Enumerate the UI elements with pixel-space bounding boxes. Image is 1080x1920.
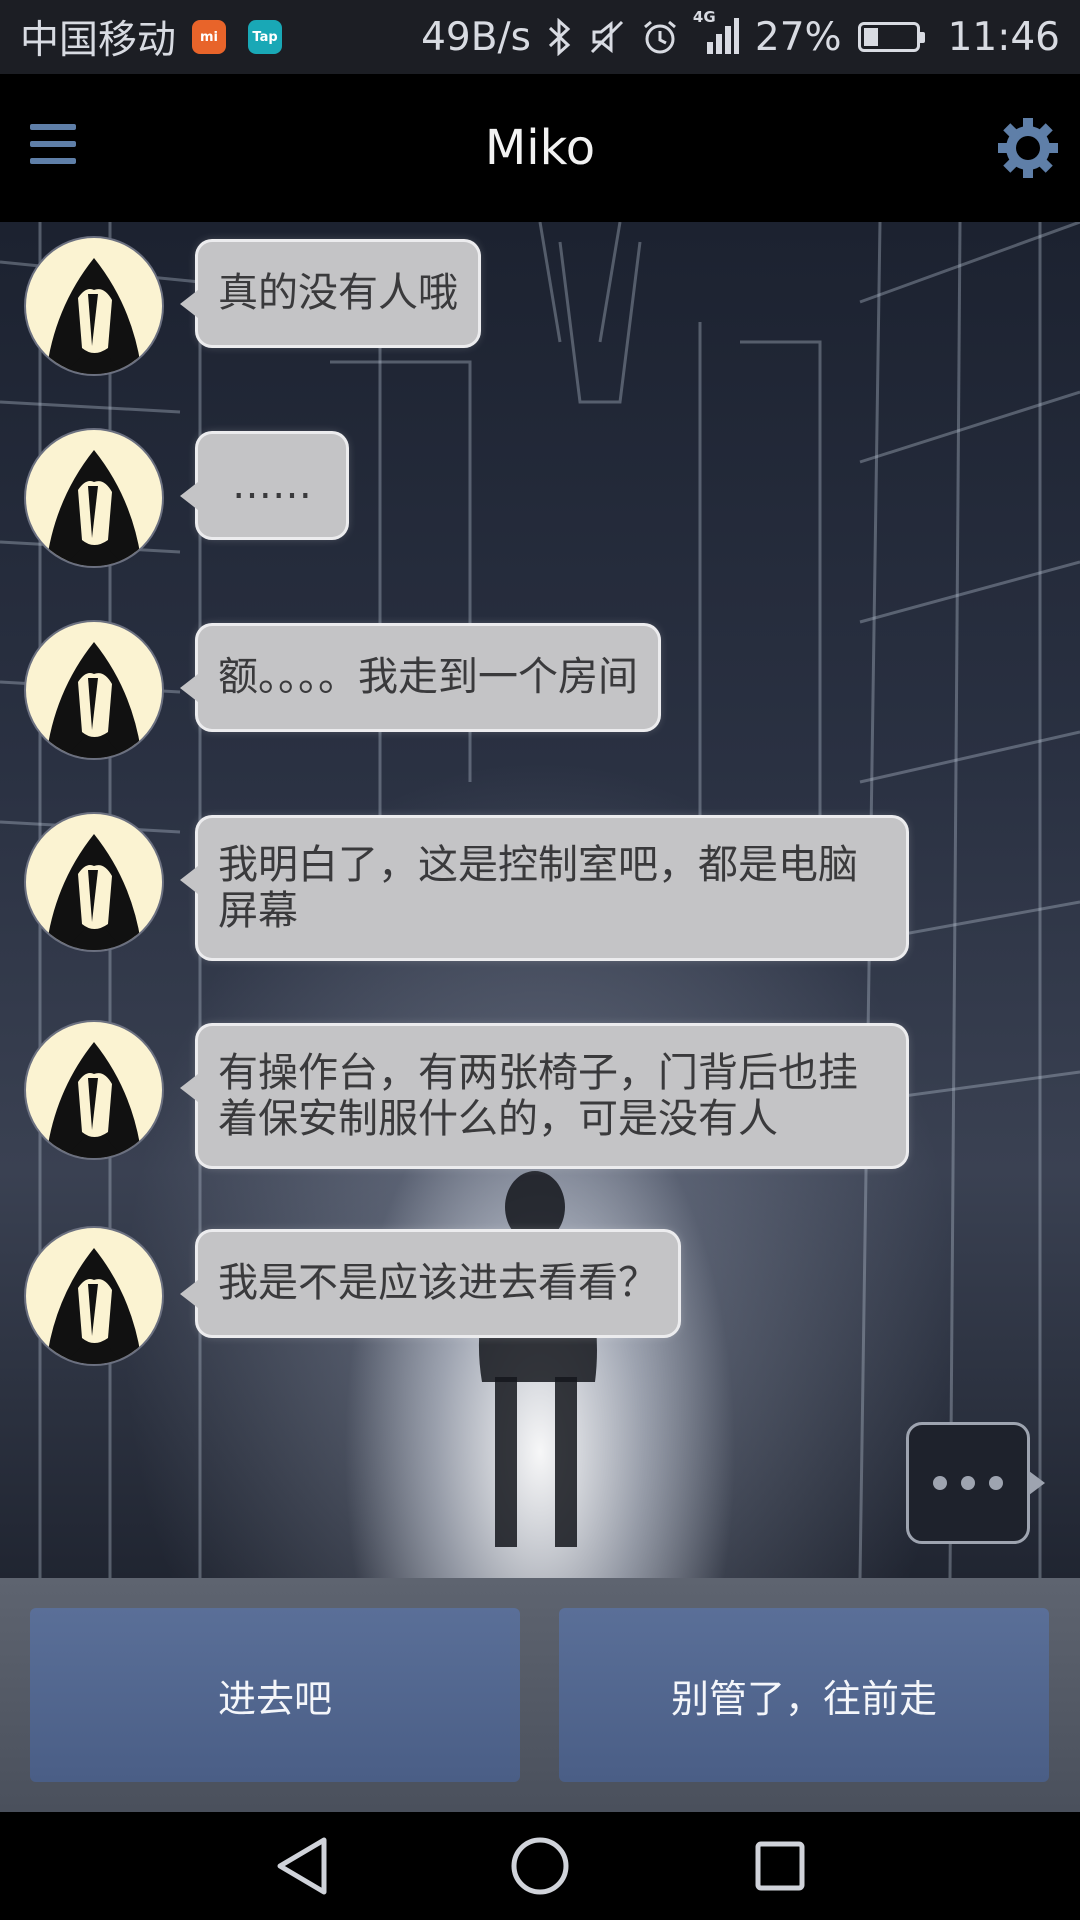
message-text: 有操作台，有两张椅子，门背后也挂着保安制服什么的，可是没有人 [218, 1050, 858, 1142]
message-row: 真的没有人哦 [24, 236, 478, 376]
miko-avatar[interactable] [24, 620, 164, 760]
miko-avatar[interactable] [24, 236, 164, 376]
choice-button-go-in[interactable]: 进去吧 [30, 1608, 520, 1782]
miko-avatar[interactable] [24, 812, 164, 952]
system-nav-bar [0, 1812, 1080, 1920]
message-bubble: 我是不是应该进去看看？ [180, 1232, 678, 1335]
recents-square-icon[interactable] [750, 1834, 810, 1902]
status-bar: 中国移动 mi Tap 49B/s 4G 27% 11:46 [0, 0, 1080, 74]
message-row: 我是不是应该进去看看？ [24, 1226, 678, 1366]
message-bubble: …… [180, 434, 346, 537]
choice-panel: 进去吧 别管了，往前走 [0, 1578, 1080, 1812]
miko-avatar[interactable] [24, 1020, 164, 1160]
net-speed: 49B/s [421, 14, 531, 60]
message-text: 我明白了，这是控制室吧，都是电脑屏幕 [218, 842, 858, 934]
message-row: 我明白了，这是控制室吧，都是电脑屏幕 [24, 812, 906, 958]
carrier-name: 中国移动 [20, 18, 177, 63]
signal-icon: 4G [693, 8, 739, 56]
battery-percent: 27% [754, 14, 842, 60]
message-row: 额。。。。我走到一个房间 [24, 620, 658, 760]
hamburger-menu-icon[interactable] [30, 124, 76, 166]
message-text: 额。。。。我走到一个房间 [218, 654, 638, 700]
message-bubble: 真的没有人哦 [180, 242, 478, 345]
gear-icon[interactable] [996, 116, 1060, 180]
message-row: 有操作台，有两张椅子，门背后也挂着保安制服什么的，可是没有人 [24, 1020, 906, 1166]
typing-dots-icon [906, 1422, 1045, 1544]
typing-dot [989, 1476, 1003, 1490]
tap-icon: Tap [248, 20, 283, 54]
message-text: …… [232, 462, 312, 508]
message-text: 真的没有人哦 [218, 270, 458, 316]
message-bubble: 我明白了，这是控制室吧，都是电脑屏幕 [180, 818, 906, 958]
battery-icon [857, 22, 925, 52]
home-circle-icon[interactable] [508, 1834, 572, 1902]
typing-dot [933, 1476, 947, 1490]
message-text: 我是不是应该进去看看？ [218, 1260, 658, 1306]
message-bubble: 有操作台，有两张椅子，门背后也挂着保安制服什么的，可是没有人 [180, 1026, 906, 1166]
miko-avatar[interactable] [24, 428, 164, 568]
message-row: …… [24, 428, 346, 568]
mute-icon [589, 18, 625, 56]
app-bar: Miko [0, 74, 1080, 222]
miko-avatar[interactable] [24, 1226, 164, 1366]
choice-label: 进去吧 [217, 1676, 332, 1721]
mi-icon: mi [192, 20, 227, 54]
clock: 11:46 [947, 14, 1060, 60]
choice-button-move-on[interactable]: 别管了，往前走 [559, 1608, 1049, 1782]
message-bubble: 额。。。。我走到一个房间 [180, 626, 658, 729]
status-indicators: 49B/s 4G 27% 11:46 [421, 8, 1060, 60]
alarm-icon [641, 18, 679, 56]
back-triangle-icon[interactable] [272, 1834, 332, 1902]
bluetooth-icon [547, 18, 573, 56]
choice-label: 别管了，往前走 [670, 1676, 937, 1721]
typing-dot [961, 1476, 975, 1490]
page-title: Miko [484, 120, 596, 176]
network-type: 4G [692, 8, 716, 26]
chat-area[interactable]: 真的没有人哦 …… 额。。。。我走到一个房间 我明白了，这是控制室吧，都是电脑屏… [0, 222, 1080, 1578]
